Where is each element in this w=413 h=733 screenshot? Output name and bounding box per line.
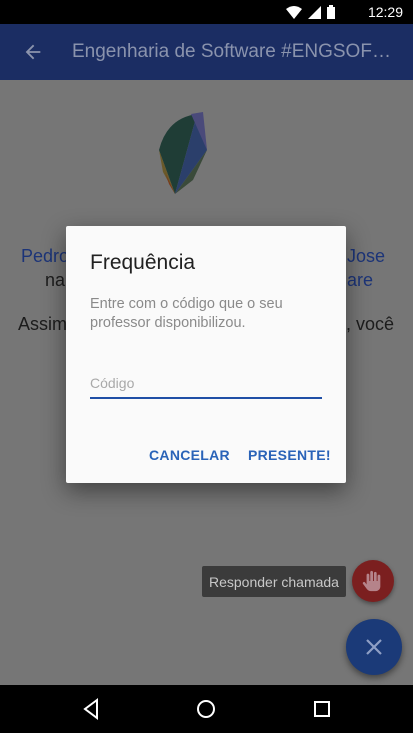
recents-nav-icon[interactable] — [310, 697, 334, 721]
close-icon — [366, 639, 382, 655]
close-fab-button[interactable] — [346, 619, 402, 675]
background-text: , você — [346, 314, 395, 334]
hand-icon — [362, 570, 381, 592]
wifi-icon — [286, 5, 302, 19]
app-bar: Engenharia de Software #ENGSOFT 2017 — [0, 24, 413, 80]
background-text: Assim — [18, 314, 67, 334]
back-nav-icon[interactable] — [79, 697, 103, 721]
code-input[interactable] — [90, 369, 322, 399]
background-text: na — [45, 270, 66, 290]
dialog-message: Entre com o código que o seu professor d… — [90, 296, 283, 331]
cancel-button[interactable]: CANCELAR — [149, 447, 230, 463]
arrow-left-icon[interactable] — [22, 41, 44, 63]
clock: 12:29 — [367, 4, 403, 20]
respond-call-button[interactable] — [352, 560, 394, 602]
signal-icon — [308, 5, 321, 19]
confirm-button[interactable]: PRESENTE! — [248, 447, 331, 463]
dialog-title: Frequência — [90, 251, 196, 274]
status-bar: 12:29 — [0, 0, 413, 24]
home-nav-icon[interactable] — [194, 697, 218, 721]
battery-icon — [327, 5, 335, 19]
background-text: are — [347, 270, 374, 290]
background-text: Pedro — [21, 246, 70, 266]
navigation-bar — [0, 685, 413, 733]
app-title: Engenharia de Software #ENGSOFT 2017 — [72, 41, 402, 62]
app-logo — [159, 112, 207, 194]
fab-tooltip: Responder chamada — [202, 566, 346, 597]
attendance-dialog: Frequência Entre com o código que o seu … — [66, 226, 346, 483]
background-text: Jose — [347, 246, 386, 266]
